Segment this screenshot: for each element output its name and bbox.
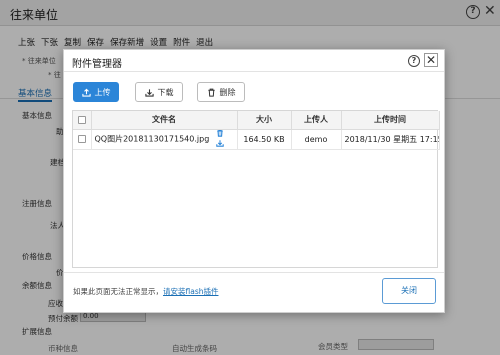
upload-button[interactable]: 上传: [73, 82, 119, 102]
upload-label: 上传: [94, 87, 111, 97]
file-name[interactable]: QQ图片20181130171540.jpg: [95, 135, 210, 144]
dialog-close-icon[interactable]: ✕: [424, 53, 438, 67]
flash-notice-text: 如果此页面无法正常显示，: [73, 287, 163, 296]
delete-button[interactable]: 删除: [197, 82, 245, 102]
delete-label: 删除: [219, 87, 236, 97]
download-label: 下载: [157, 87, 174, 97]
file-delete-icon[interactable]: [216, 129, 224, 137]
dialog-help-icon[interactable]: ?: [408, 55, 420, 67]
col-header-filename[interactable]: 文件名: [91, 111, 238, 130]
col-header-upload-time[interactable]: 上传时间: [341, 111, 440, 130]
install-flash-link[interactable]: 请安装flash插件: [163, 287, 218, 296]
file-download-icon[interactable]: [216, 139, 224, 147]
dialog-title: 附件管理器: [72, 59, 122, 70]
dialog-header: 附件管理器 ? ✕: [64, 50, 444, 72]
flash-notice: 如果此页面无法正常显示，请安装flash插件: [73, 286, 218, 297]
dialog-footer: 如果此页面无法正常显示，请安装flash插件 关闭: [64, 272, 444, 313]
upload-icon: [81, 88, 91, 97]
table-header-row: 文件名 大小 上传人 上传时间: [73, 111, 440, 130]
file-size: 164.50 KB: [237, 129, 292, 150]
file-name-cell: QQ图片20181130171540.jpg: [91, 129, 238, 150]
row-checkbox[interactable]: [77, 135, 86, 143]
download-button[interactable]: 下载: [135, 82, 183, 102]
attachment-manager-dialog: 附件管理器 ? ✕ 上传 下载 删除 文件名 大小 上传人 上传时间 QQ图片2…: [63, 49, 445, 313]
trash-icon: [207, 88, 215, 97]
table-row[interactable]: QQ图片20181130171540.jpg 164.50 KB demo 20…: [73, 129, 440, 150]
attachment-table: 文件名 大小 上传人 上传时间 QQ图片20181130171540.jpg 1…: [72, 110, 440, 268]
close-button[interactable]: 关闭: [382, 278, 436, 304]
download-icon: [144, 88, 154, 97]
file-upload-time: 2018/11/30 星期五 17:15:58: [341, 129, 440, 150]
row-select-cell[interactable]: [73, 129, 92, 150]
col-header-size[interactable]: 大小: [237, 111, 292, 130]
file-uploader: demo: [291, 129, 342, 150]
select-all-cell[interactable]: [73, 111, 92, 130]
file-action-icons: [216, 129, 224, 148]
select-all-checkbox[interactable]: [77, 115, 86, 124]
col-header-uploader[interactable]: 上传人: [291, 111, 342, 130]
